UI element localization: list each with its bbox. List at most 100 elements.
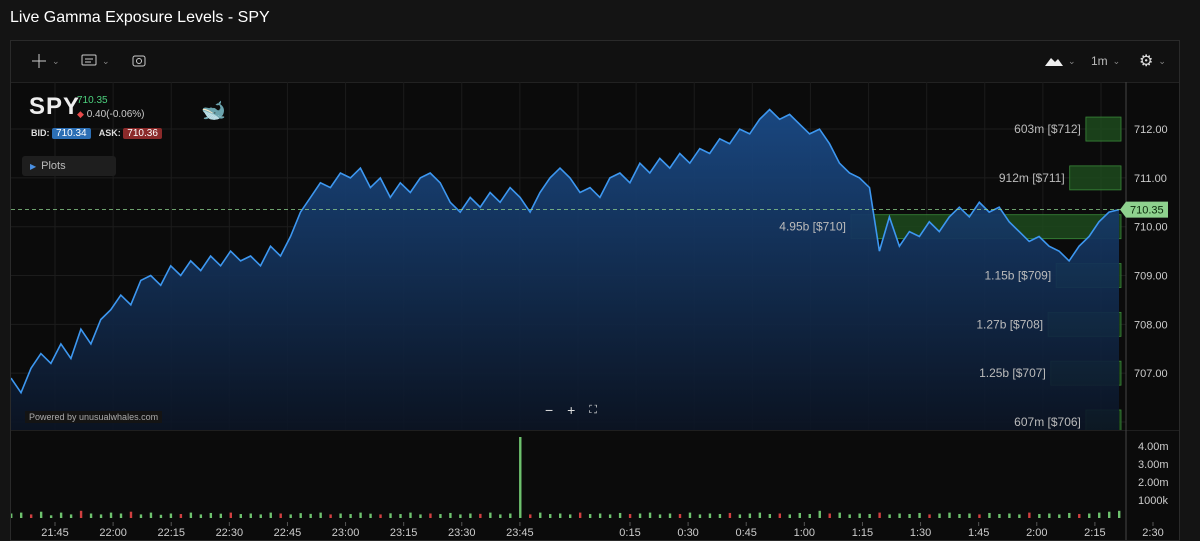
price-chart[interactable]: 603m [$712] 912m [$711] 4.95b [$710] 1.15b … (11, 82, 1179, 430)
volume-bar (349, 514, 352, 518)
volume-bar (1018, 514, 1021, 518)
volume-bar (309, 513, 312, 518)
volume-bar (928, 514, 931, 518)
volume-bar (559, 513, 562, 518)
crosshair-tool-button[interactable]: ⌄ (31, 49, 60, 73)
chart-type-button[interactable]: ⌄ (1045, 49, 1076, 73)
fit-screen-button[interactable]: ⛶ (589, 404, 597, 417)
price-tick-label: 712.00 (1134, 124, 1168, 136)
volume-bar (588, 514, 592, 518)
volume-bar (688, 512, 692, 518)
volume-bar (858, 513, 861, 518)
volume-bar (768, 514, 772, 518)
chevron-down-icon: ⌄ (52, 55, 60, 66)
volume-bar (39, 511, 43, 518)
volume-bar (89, 513, 93, 518)
volume-bar (978, 514, 981, 518)
volume-bar (878, 512, 881, 518)
volume-bar (938, 513, 941, 518)
zoom-out-button[interactable]: − (545, 402, 553, 418)
chevron-down-icon: ⌄ (102, 55, 110, 66)
gamma-level-bar (1069, 165, 1122, 191)
volume-bar (828, 513, 831, 518)
volume-bar (1068, 512, 1071, 518)
volume-bar (758, 512, 762, 518)
volume-tick-label: 1000k (1138, 495, 1168, 507)
volume-bar (608, 514, 612, 518)
volume-bar (69, 514, 73, 518)
volume-bar (449, 512, 452, 518)
volume-bar (489, 512, 492, 518)
volume-bar (788, 514, 791, 518)
gamma-level-label: 1.15b [$709] (984, 269, 1051, 283)
gear-icon: ⚙ (1139, 53, 1154, 70)
volume-bar (778, 513, 782, 518)
volume-bar (748, 513, 752, 518)
volume-bar (399, 514, 402, 518)
volume-bar (319, 512, 322, 518)
comment-tool-button[interactable]: ⌄ (81, 49, 110, 73)
time-tick-label: 21:45 (41, 527, 69, 539)
volume-bar (658, 514, 662, 518)
interval-selector[interactable]: 1m ⌄ (1091, 49, 1120, 73)
volume-bar (299, 513, 302, 518)
volume-bar (668, 513, 672, 518)
gamma-level-label: 912m [$711] (999, 171, 1065, 185)
volume-tick-label: 2.00m (1138, 477, 1169, 489)
volume-bar (419, 514, 422, 518)
volume-bar (519, 437, 522, 518)
volume-bar (818, 510, 821, 518)
volume-bar (129, 511, 133, 518)
time-tick-label: 23:30 (448, 527, 476, 539)
triangle-right-icon: ▶ (30, 162, 37, 171)
volume-bar (389, 513, 392, 518)
volume-bar (1078, 514, 1081, 518)
volume-bar (169, 513, 173, 518)
volume-bar (798, 512, 801, 518)
volume-bar (718, 514, 722, 518)
volume-bar (479, 513, 482, 518)
volume-bar (529, 514, 532, 518)
volume-bar (838, 512, 841, 518)
gamma-level-bar (1085, 116, 1122, 142)
gamma-level-label: 1.25b [$707] (979, 366, 1046, 380)
volume-bar (998, 514, 1001, 518)
volume-bar (229, 512, 233, 518)
change-value: 0.40(-0.06%) (86, 109, 145, 120)
volume-bar (968, 513, 971, 518)
volume-bar (618, 512, 622, 518)
volume-bar (139, 514, 143, 518)
time-tick-label: 22:00 (99, 527, 127, 539)
time-tick-label: 0:15 (619, 527, 640, 539)
volume-bar (259, 514, 262, 518)
volume-bar (539, 512, 542, 518)
volume-chart[interactable]: 4.00m 3.00m 2.00m 1000k 21:45 22:00 22:15 22:3… (11, 430, 1179, 540)
plots-label: Plots (41, 160, 66, 172)
time-tick-label: 23:00 (332, 527, 360, 539)
volume-bar (1098, 512, 1101, 518)
window-title: Live Gamma Exposure Levels - SPY (10, 9, 270, 26)
volume-bar (638, 513, 642, 518)
price-change: ◆ 0.40(-0.06%) (77, 109, 145, 120)
zoom-controls: − + ⛶ (538, 401, 604, 419)
chevron-down-icon: ⌄ (1112, 55, 1121, 66)
down-arrow-icon: ◆ (77, 109, 84, 119)
price-tick-label: 707.00 (1134, 368, 1168, 380)
volume-bar (568, 514, 572, 518)
volume-bar (59, 512, 63, 518)
interval-label: 1m (1091, 54, 1108, 68)
time-tick-label: 0:45 (736, 527, 757, 539)
settings-button[interactable]: ⚙ ⌄ (1139, 49, 1166, 73)
camera-button[interactable] (131, 49, 147, 73)
volume-bar (678, 514, 682, 518)
price-area (11, 109, 1119, 430)
chart-panel: ⌄ ⌄ ⌄ 1m ⌄ ⚙ ⌄ 603m [$712] 912m [$711] 4… (10, 40, 1180, 541)
volume-bar (209, 512, 213, 518)
price-tick-label: 710.00 (1134, 222, 1168, 234)
plots-button[interactable]: ▶ Plots (22, 156, 116, 176)
gamma-level-label: 4.95b [$710] (779, 220, 846, 234)
volume-bar (648, 512, 652, 518)
volume-bar (728, 512, 732, 518)
mountain-chart-icon (1045, 58, 1063, 66)
zoom-in-button[interactable]: + (567, 402, 575, 418)
